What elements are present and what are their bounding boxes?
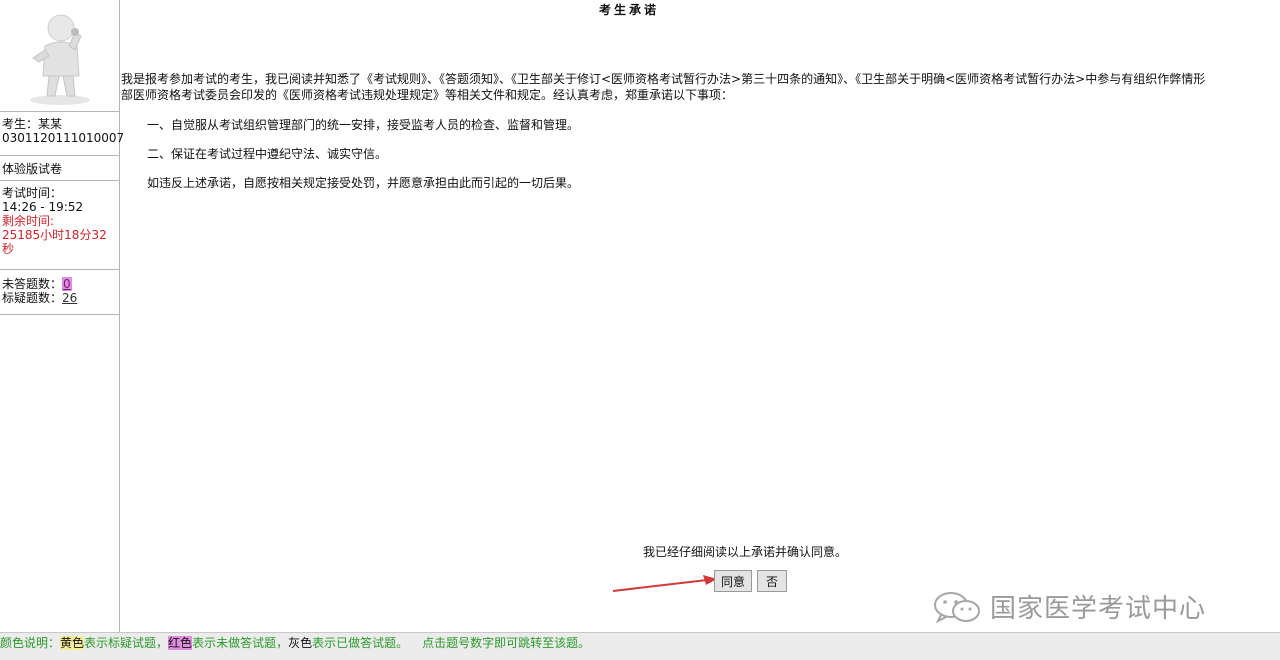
legend-gray-word: 灰色	[288, 636, 313, 650]
wechat-icon	[934, 591, 980, 623]
person-figure-icon	[29, 14, 90, 105]
disagree-button[interactable]: 否	[757, 570, 787, 592]
legend-gray-desc: 表示已做答试题。	[312, 636, 409, 650]
unanswered-row: 未答题数：0	[2, 277, 117, 291]
watermark-text: 国家医学考试中心	[990, 594, 1207, 624]
unanswered-count-link[interactable]: 0	[62, 277, 72, 291]
color-legend: 颜色说明：黄色表示标疑试题，红色表示未做答试题，灰色表示已做答试题。 点击题号数字…	[0, 632, 1280, 660]
pledge-item-1: 一、自觉服从考试组织管理部门的统一安排，接受监考人员的检查、监督和管理。	[147, 118, 580, 132]
remaining-time-value: 25185小时18分32	[2, 228, 107, 242]
flagged-label: 标疑题数：	[2, 291, 63, 305]
candidate-id: 0301120111010007	[2, 131, 125, 145]
legend-red-word: 红色	[168, 636, 193, 650]
paper-type-label: 体验版试卷	[2, 162, 63, 176]
flagged-count-link[interactable]: 26	[62, 291, 77, 305]
pointer-arrow-icon	[612, 575, 717, 592]
pledge-intro-line1: 我是报考参加考试的考生，我已阅读并知悉了《考试规则》、《答题须知》、《卫生部关于…	[121, 72, 1206, 86]
exam-time-label: 考试时间：	[2, 186, 63, 200]
exam-time-block: 考试时间： 14:26 - 19:52 剩余时间: 25185小时18分32 秒	[0, 181, 119, 270]
remaining-time-label: 剩余时间:	[2, 214, 55, 228]
page-title: 考生承诺	[598, 3, 659, 17]
watermark: 国家医学考试中心	[932, 588, 1206, 625]
confirm-statement: 我已经仔细阅读以上承诺并确认同意。	[643, 545, 848, 559]
pledge-item-3: 如违反上述承诺，自愿按相关规定接受处罚，并愿意承担由此而引起的一切后果。	[147, 176, 580, 190]
legend-yellow-word: 黄色	[60, 636, 85, 650]
pledge-panel: 考生承诺 我是报考参加考试的考生，我已阅读并知悉了《考试规则》、《答题须知》、《…	[121, 0, 1280, 632]
candidate-name: 考生：某某	[2, 117, 63, 131]
pledge-intro: 我是报考参加考试的考生，我已阅读并知悉了《考试规则》、《答题须知》、《卫生部关于…	[121, 71, 1280, 103]
pledge-intro-line2: 部医师资格考试委员会印发的《医师资格考试违规处理规定》等相关文件和规定。经认真考…	[121, 88, 734, 102]
pledge-item-2: 二、保证在考试过程中遵纪守法、诚实守信。	[147, 147, 388, 161]
sidebar: 考生：某某 0301120111010007 体验版试卷 考试时间： 14:26…	[0, 0, 125, 632]
agree-button[interactable]: 同意	[714, 570, 752, 592]
question-counts: 未答题数：0 标疑题数：26	[0, 270, 119, 315]
remaining-time-unit: 秒	[2, 242, 15, 256]
unanswered-label: 未答题数：	[2, 277, 63, 291]
exam-time-value: 14:26 - 19:52	[2, 200, 84, 214]
paper-type: 体验版试卷	[0, 156, 119, 181]
legend-yellow-desc: 表示标疑试题，	[84, 636, 169, 650]
legend-prefix: 颜色说明：	[0, 636, 61, 650]
legend-tip: 点击题号数字即可跳转至该题。	[422, 636, 591, 650]
candidate-info: 考生：某某 0301120111010007	[0, 112, 125, 156]
flagged-row: 标疑题数：26	[2, 291, 117, 305]
legend-red-desc: 表示未做答试题，	[192, 636, 289, 650]
